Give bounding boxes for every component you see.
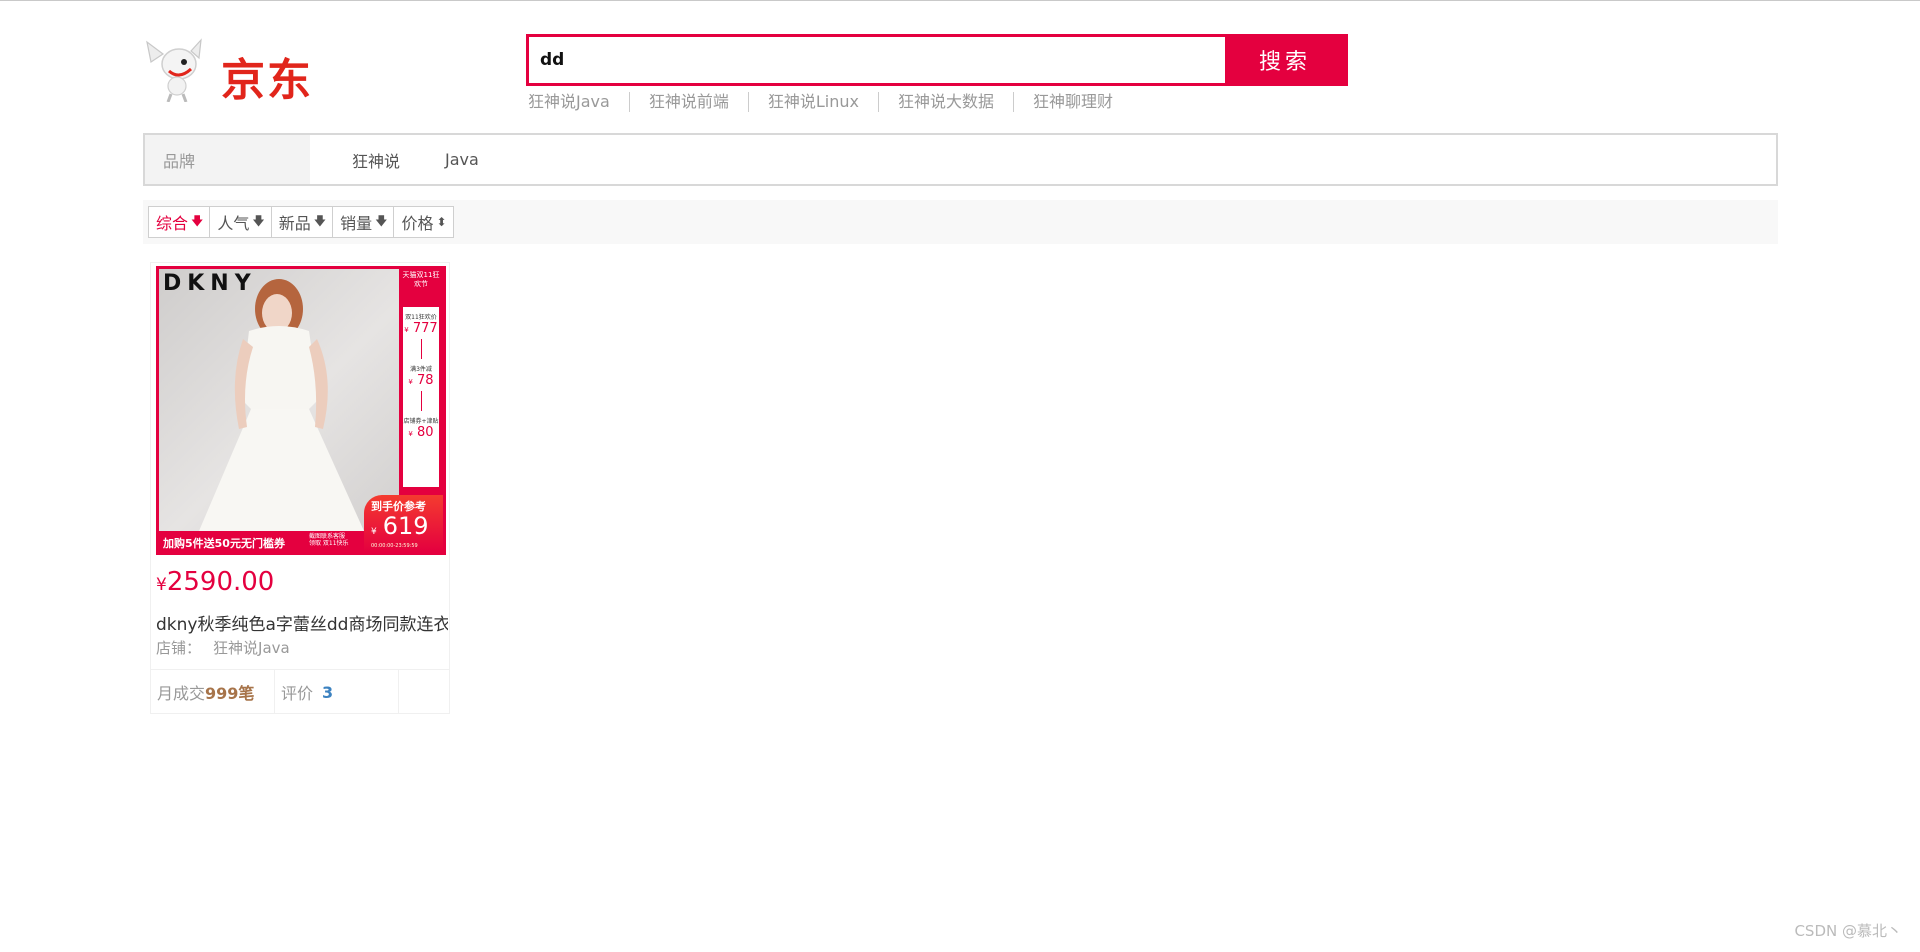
promo-step-value: ¥ 80 xyxy=(408,425,434,440)
sort-label: 新品 xyxy=(278,214,311,233)
brand-mark: DKNY xyxy=(163,271,257,296)
sales-label: 月成交 xyxy=(157,684,206,703)
search-button[interactable]: 搜索 xyxy=(1225,37,1345,83)
arrow-down-icon: 🡇 xyxy=(191,213,204,228)
brand-item[interactable]: Java xyxy=(445,150,479,169)
product-card[interactable]: DKNY 天猫双11狂欢节 双11狂欢价 ¥ 777 满3件减 ¥ 78 店铺券… xyxy=(150,262,450,714)
product-image[interactable]: DKNY 天猫双11狂欢节 双11狂欢价 ¥ 777 满3件减 ¥ 78 店铺券… xyxy=(156,266,446,555)
promo-step-label: 店铺券+津贴 xyxy=(403,418,439,425)
sales-value: 999笔 xyxy=(205,684,255,703)
sort-new-button[interactable]: 新品 🡇 xyxy=(270,206,334,238)
sort-comprehensive-button[interactable]: 综合 🡇 xyxy=(148,206,211,238)
sort-label: 销量 xyxy=(340,214,373,233)
review-label: 评价 xyxy=(281,684,314,703)
product-title-link[interactable]: dkny秋季纯色a字蕾丝dd商场同款连衣 xyxy=(156,610,448,635)
shop-name-link[interactable]: 狂神说Java xyxy=(213,639,290,657)
arrow-down-icon: 🡇 xyxy=(252,213,265,228)
review-count[interactable]: 评价 3 xyxy=(275,670,399,714)
hotword-link[interactable]: 狂神聊理财 xyxy=(1012,92,1132,112)
sort-price-button[interactable]: 价格 ⬍ xyxy=(393,206,454,238)
top-border xyxy=(0,0,1920,1)
sort-popularity-button[interactable]: 人气 🡇 xyxy=(209,206,272,238)
search-input[interactable] xyxy=(529,37,1225,83)
stats-empty-cell xyxy=(399,670,449,714)
promo-step-value: ¥ 78 xyxy=(408,373,434,388)
watermark: CSDN @慕北丶 xyxy=(1794,922,1902,940)
sort-sales-button[interactable]: 销量 🡇 xyxy=(332,206,395,238)
jd-dog-mascot-icon xyxy=(146,38,202,103)
review-value: 3 xyxy=(322,682,334,702)
promo-price-steps: 双11狂欢价 ¥ 777 满3件减 ¥ 78 店铺券+津贴 ¥ 80 xyxy=(403,307,439,487)
shop-info: 店铺： 狂神说Java xyxy=(156,637,290,658)
price-value: 2590.00 xyxy=(166,567,275,597)
brand-item[interactable]: 狂神说 xyxy=(352,148,400,172)
sort-bar: 综合 🡇 人气 🡇 新品 🡇 销量 🡇 价格 ⬍ xyxy=(143,200,1778,244)
product-stats: 月成交 999笔 评价 3 xyxy=(151,669,449,714)
final-price-time: 00:00:00-23:59:59 xyxy=(371,543,418,549)
brand-filter: 品牌 狂神说 Java xyxy=(143,133,1778,186)
hotword-link[interactable]: 狂神说前端 xyxy=(628,92,748,112)
hotword-link[interactable]: 狂神说Java xyxy=(528,92,629,112)
sort-label: 价格 xyxy=(401,214,434,233)
promo-step-label: 双11狂欢价 xyxy=(405,314,437,321)
promo-step-value: ¥ 777 xyxy=(404,321,438,336)
final-price-value: ¥619 xyxy=(371,512,429,540)
arrow-down-icon: 🡇 xyxy=(375,213,388,228)
logo-text: 京东 xyxy=(221,55,313,106)
currency-symbol: ¥ xyxy=(156,575,167,595)
hotword-link[interactable]: 狂神说Linux xyxy=(747,92,878,112)
dress-model-image xyxy=(199,279,364,531)
promo-step-label: 满3件减 xyxy=(410,366,432,373)
promo-side-title: 天猫双11狂欢节 xyxy=(402,271,440,288)
monthly-sales: 月成交 999笔 xyxy=(151,670,275,714)
product-price: ¥2590.00 xyxy=(156,567,274,597)
divider xyxy=(420,339,422,359)
search-box: 搜索 xyxy=(526,34,1348,86)
promo-strip-text: 加购5件送50元无门槛券 xyxy=(163,537,285,550)
hotword-link[interactable]: 狂神说大数据 xyxy=(877,92,1013,112)
hot-search-words: 狂神说Java 狂神说前端 狂神说Linux 狂神说大数据 狂神聊理财 xyxy=(528,92,1132,112)
arrow-down-icon: 🡇 xyxy=(313,213,327,228)
sort-label: 人气 xyxy=(217,214,250,233)
brand-filter-label: 品牌 xyxy=(145,135,310,184)
sort-updown-icon: ⬍ xyxy=(436,215,447,229)
sort-label: 综合 xyxy=(156,214,189,233)
shop-label: 店铺： xyxy=(156,639,202,657)
jd-logo[interactable]: 京东 xyxy=(141,38,331,106)
promo-strip-note: 截图联系客服 领取 双11快乐 xyxy=(309,533,349,547)
product-photo xyxy=(159,269,399,531)
divider xyxy=(420,391,422,411)
